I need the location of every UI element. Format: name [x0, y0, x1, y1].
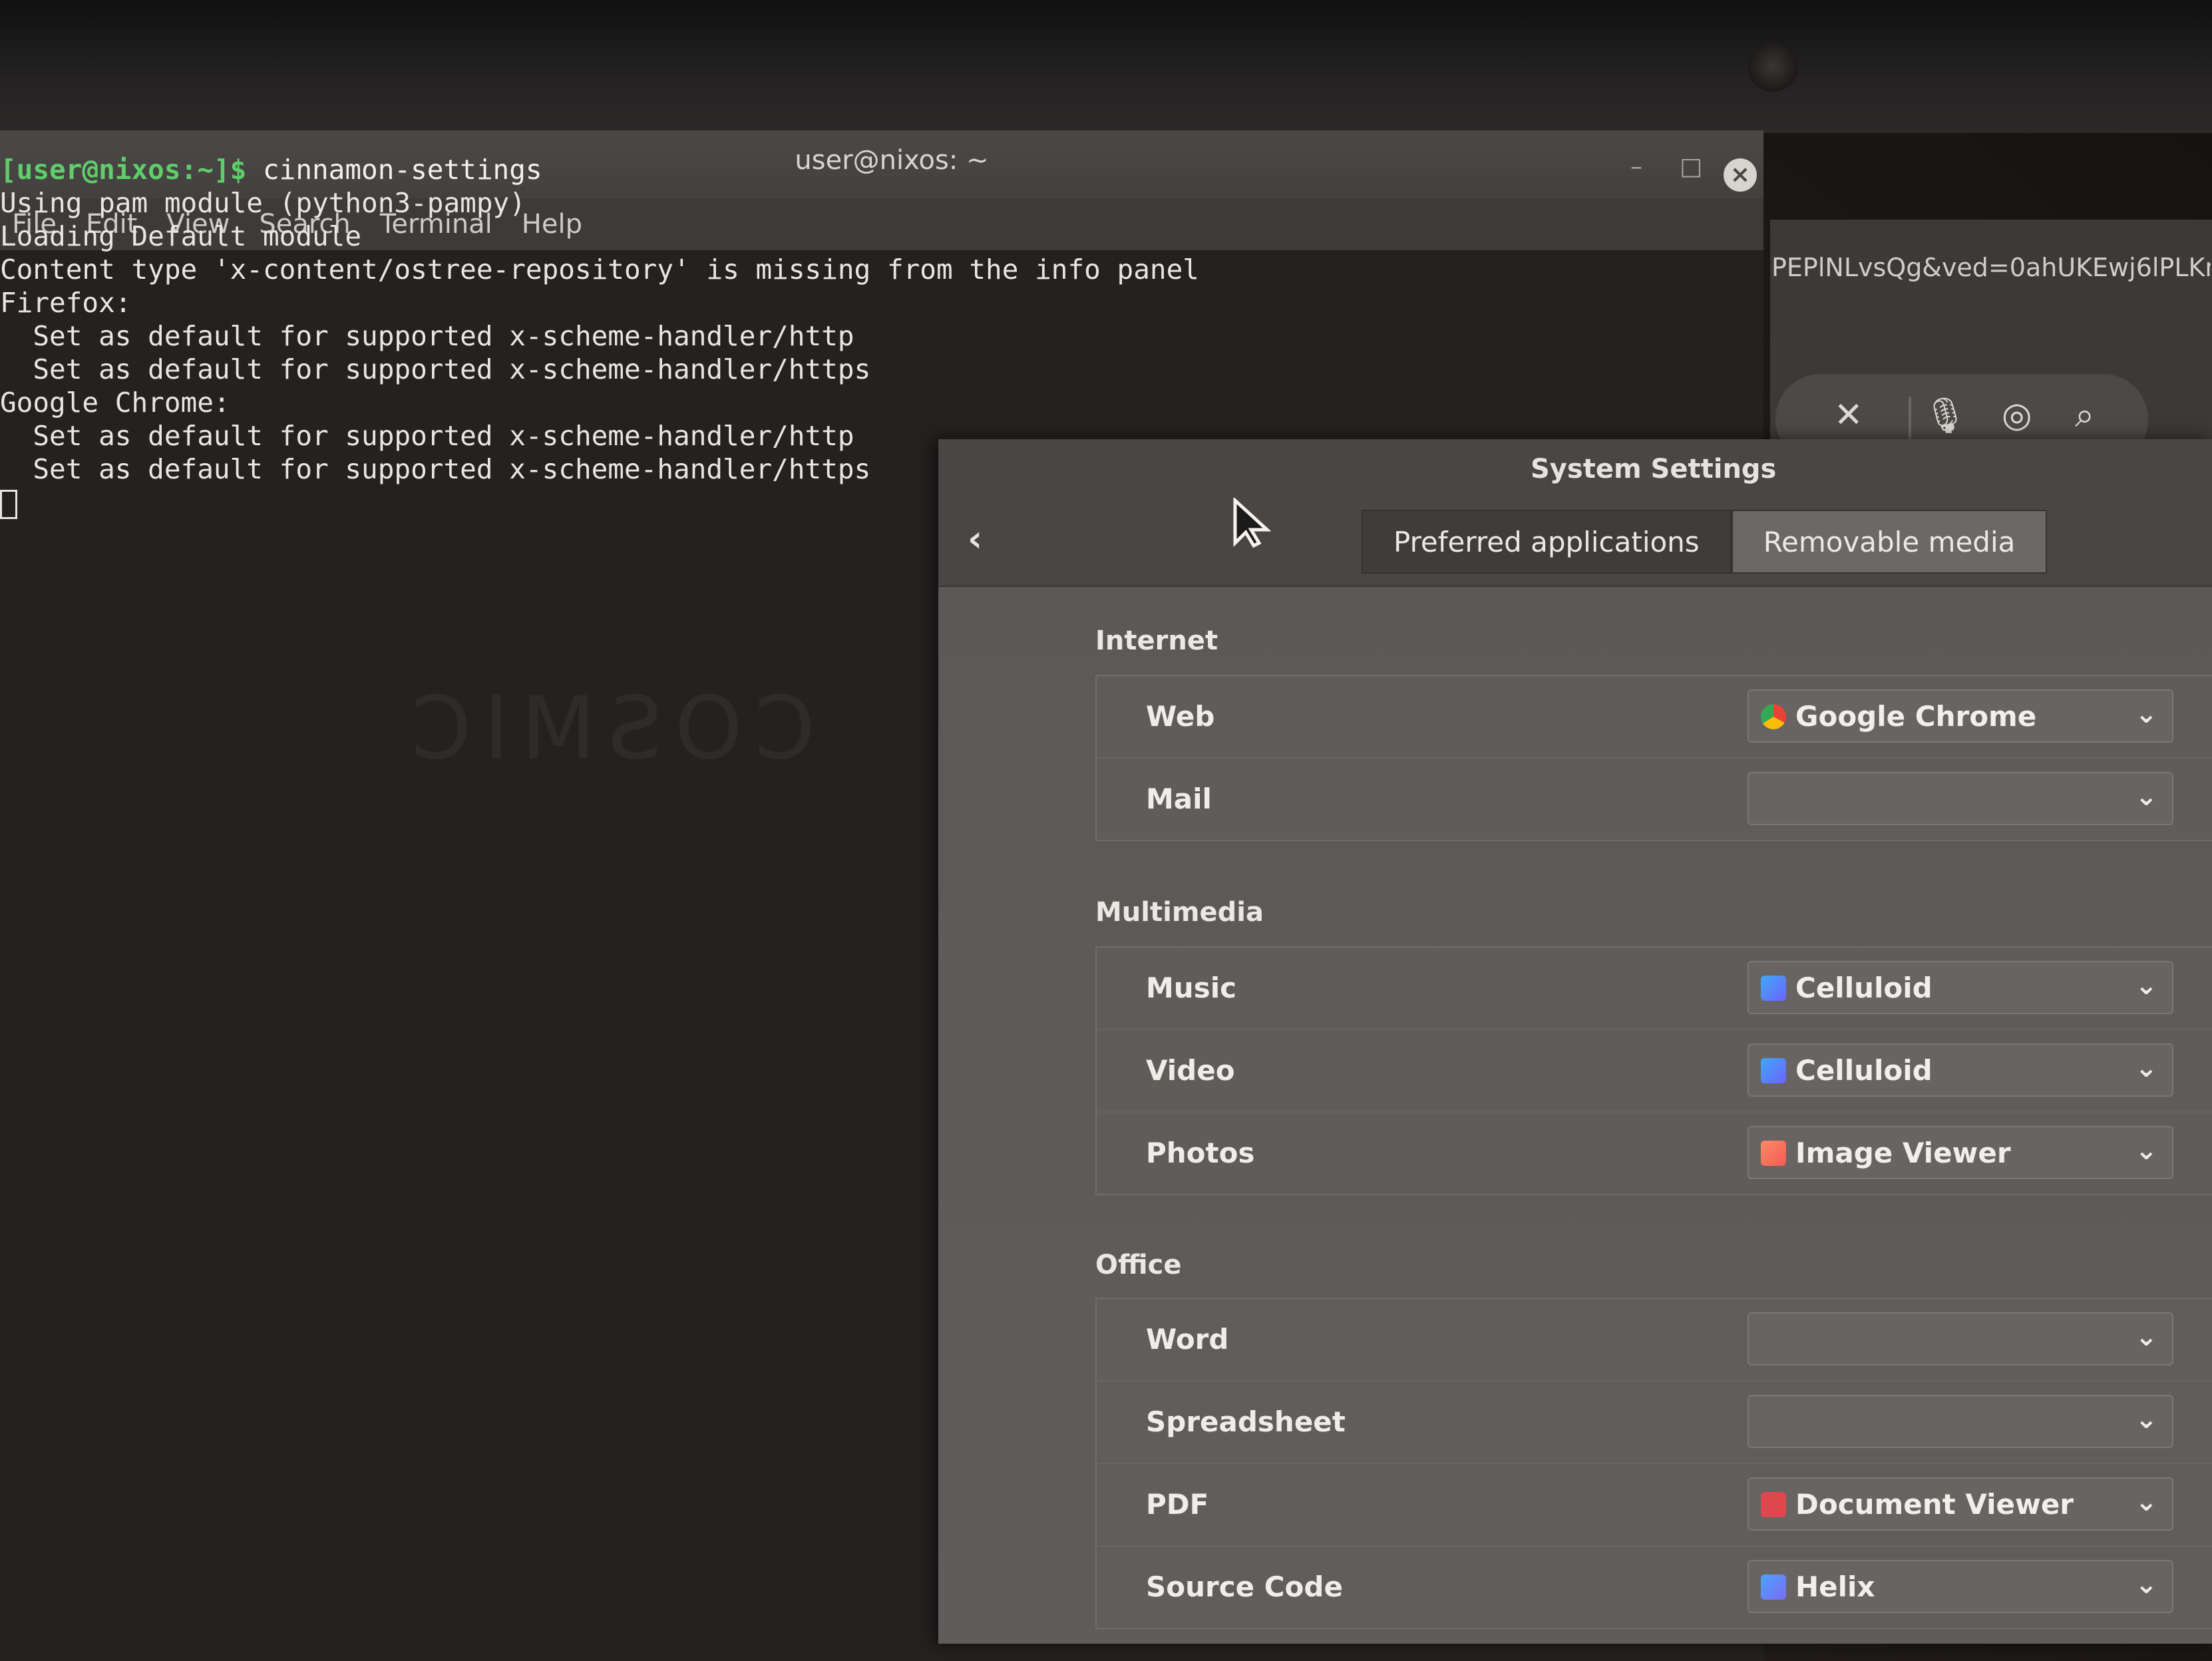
dropdown-value: Document Viewer	[1795, 1488, 2074, 1521]
settings-tabs: Preferred applications Removable media	[1362, 510, 2048, 574]
row-word: Word ⌄	[1097, 1299, 2212, 1382]
chrome-icon	[1761, 704, 1786, 729]
chevron-down-icon: ⌄	[2135, 970, 2157, 1001]
source-code-app-dropdown[interactable]: Helix ⌄	[1748, 1560, 2173, 1613]
row-label: Spreadsheet	[1146, 1405, 1346, 1438]
chevron-down-icon: ⌄	[2135, 1404, 2157, 1435]
dropdown-value: Celluloid	[1795, 1054, 1933, 1087]
word-app-dropdown[interactable]: ⌄	[1748, 1312, 2173, 1366]
music-app-dropdown[interactable]: Celluloid ⌄	[1748, 961, 2173, 1014]
terminal-line: Loading Default module	[0, 220, 362, 252]
terminal-line: Set as default for supported x-scheme-ha…	[0, 353, 871, 385]
chevron-down-icon: ⌄	[2135, 781, 2157, 812]
terminal-prompt-line: [user@nixos:~]$ cinnamon-settings	[0, 153, 945, 186]
chevron-down-icon: ⌄	[2135, 1053, 2157, 1083]
microphone-icon[interactable]: 🎙	[1923, 395, 1967, 436]
celluloid-icon	[1761, 1058, 1786, 1083]
section-office: Office	[1095, 1250, 1182, 1280]
settings-title: System Settings	[1531, 454, 1777, 484]
row-label: Music	[1146, 972, 1236, 1004]
terminal-line: Content type 'x-content/ostree-repositor…	[0, 254, 1199, 285]
dropdown-value: Image Viewer	[1795, 1137, 2011, 1169]
terminal-line: Set as default for supported x-scheme-ha…	[0, 453, 871, 485]
terminal-line: Set as default for supported x-scheme-ha…	[0, 420, 854, 452]
row-spreadsheet: Spreadsheet ⌄	[1097, 1382, 2212, 1464]
close-icon[interactable]: ×	[1724, 158, 1757, 192]
tab-preferred-applications[interactable]: Preferred applications	[1362, 510, 1732, 574]
shell-prompt: [user@nixos:~]$	[0, 154, 247, 186]
terminal-line: Set as default for supported x-scheme-ha…	[0, 320, 854, 352]
celluloid-icon	[1761, 976, 1786, 1001]
row-label: Video	[1146, 1054, 1235, 1087]
divider	[1909, 397, 1911, 443]
row-source-code: Source Code Helix ⌄	[1097, 1547, 2212, 1628]
mouse-pointer-icon	[1233, 498, 1271, 548]
camera-search-icon[interactable]: ◎	[2002, 395, 2032, 435]
settings-header: System Settings ‹ Preferred applications…	[938, 439, 2212, 587]
row-photos: Photos Image Viewer ⌄	[1097, 1113, 2212, 1194]
row-label: Photos	[1146, 1137, 1255, 1169]
multimedia-group: Music Celluloid ⌄ Video Celluloid ⌄ Phot…	[1095, 946, 2212, 1195]
pdf-app-dropdown[interactable]: Document Viewer ⌄	[1748, 1477, 2173, 1531]
terminal-line: Using pam module (python3-pampy)	[0, 187, 526, 219]
laptop-bezel	[0, 0, 2212, 133]
photos-app-dropdown[interactable]: Image Viewer ⌄	[1748, 1126, 2173, 1179]
back-icon[interactable]: ‹	[968, 518, 982, 560]
clear-icon[interactable]: ✕	[1834, 395, 1863, 435]
webcam	[1748, 41, 1798, 92]
row-label: Mail	[1146, 783, 1212, 815]
cosmic-watermark: COSMIC	[399, 677, 815, 779]
shell-command: cinnamon-settings	[246, 154, 542, 186]
document-viewer-icon	[1761, 1492, 1786, 1517]
minimize-icon[interactable]: –	[1630, 153, 1642, 180]
image-viewer-icon	[1761, 1141, 1786, 1166]
helix-icon	[1761, 1574, 1786, 1600]
row-mail: Mail ⌄	[1097, 759, 2212, 840]
section-multimedia: Multimedia	[1095, 897, 1264, 928]
dropdown-value: Helix	[1795, 1570, 1875, 1603]
tab-removable-media[interactable]: Removable media	[1731, 510, 2048, 574]
chevron-down-icon: ⌄	[2135, 1322, 2157, 1352]
row-video: Video Celluloid ⌄	[1097, 1030, 2212, 1113]
video-app-dropdown[interactable]: Celluloid ⌄	[1748, 1043, 2173, 1097]
row-pdf: PDF Document Viewer ⌄	[1097, 1464, 2212, 1547]
dropdown-value: Google Chrome	[1795, 700, 2037, 733]
section-internet: Internet	[1095, 626, 1218, 656]
chevron-down-icon: ⌄	[2135, 1569, 2157, 1600]
terminal-cursor	[0, 490, 17, 519]
dropdown-value: Celluloid	[1795, 972, 1933, 1004]
chevron-down-icon: ⌄	[2135, 1135, 2157, 1166]
mail-app-dropdown[interactable]: ⌄	[1748, 772, 2173, 825]
chevron-down-icon: ⌄	[2135, 699, 2157, 729]
chevron-down-icon: ⌄	[2135, 1487, 2157, 1517]
search-icon[interactable]: ⌕	[2075, 395, 2094, 436]
web-app-dropdown[interactable]: Google Chrome ⌄	[1748, 689, 2173, 743]
terminal-line: Firefox:	[0, 287, 132, 319]
row-label: Web	[1146, 700, 1215, 733]
terminal-line: Google Chrome:	[0, 387, 230, 419]
row-label: PDF	[1146, 1488, 1209, 1521]
row-music: Music Celluloid ⌄	[1097, 948, 2212, 1030]
system-settings-window: System Settings ‹ Preferred applications…	[938, 439, 2212, 1644]
internet-group: Web Google Chrome ⌄ Mail ⌄	[1095, 675, 2212, 841]
office-group: Word ⌄ Spreadsheet ⌄ PDF Document Viewer…	[1095, 1298, 2212, 1629]
terminal-cursor-line	[0, 486, 945, 519]
maximize-icon[interactable]: □	[1680, 153, 1702, 180]
row-web: Web Google Chrome ⌄	[1097, 676, 2212, 759]
terminal-output[interactable]: [user@nixos:~]$ cinnamon-settings Using …	[0, 153, 1199, 519]
spreadsheet-app-dropdown[interactable]: ⌄	[1748, 1395, 2173, 1448]
url-bar[interactable]: PEPlNLvsQg&ved=0ahUKEwj6lPLKm	[1771, 253, 2211, 282]
row-label: Source Code	[1146, 1570, 1343, 1603]
row-label: Word	[1146, 1323, 1229, 1356]
